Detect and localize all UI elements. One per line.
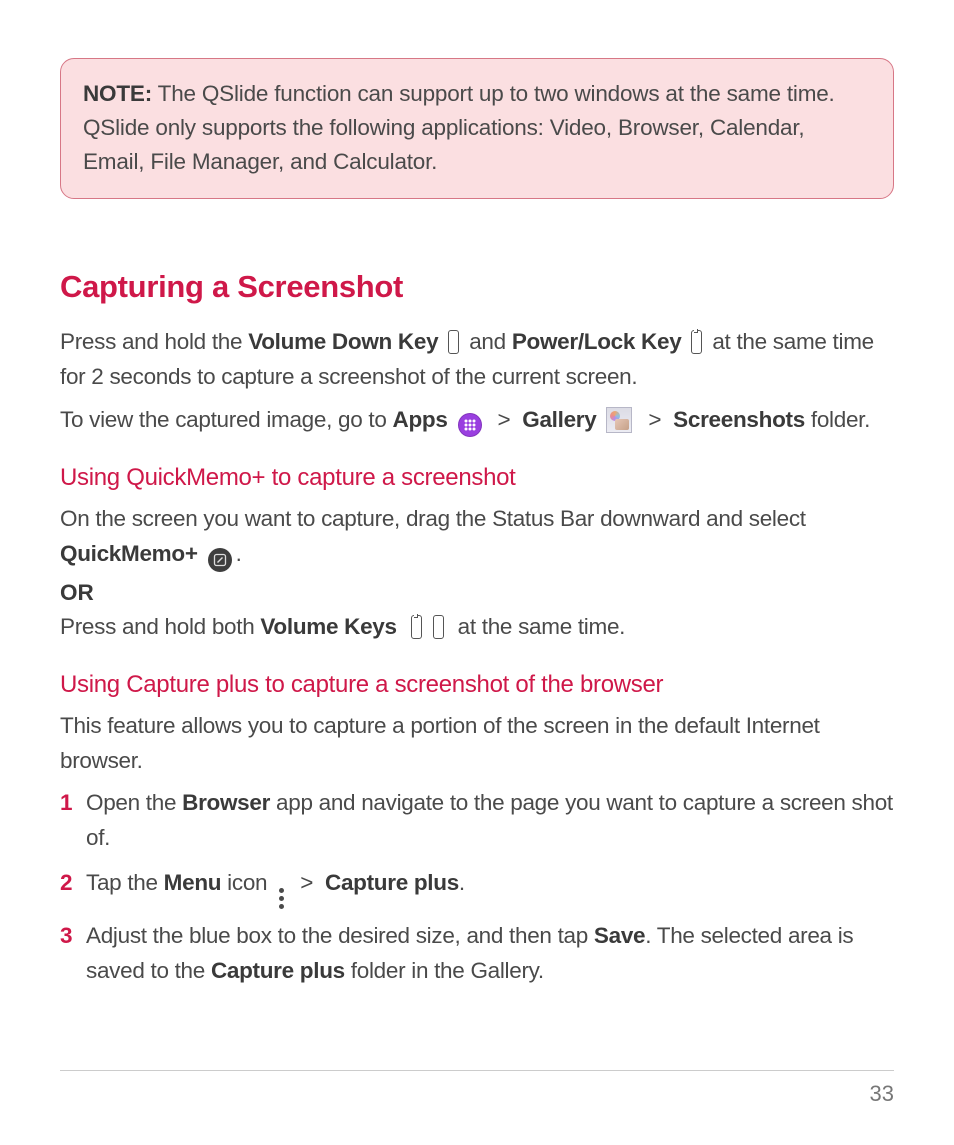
section-heading: Capturing a Screenshot xyxy=(60,269,894,305)
paragraph-capture-plus-intro: This feature allows you to capture a por… xyxy=(60,709,894,779)
step-number: 1 xyxy=(60,786,86,821)
quickmemo-icon xyxy=(208,548,232,572)
quickmemo-label: QuickMemo+ xyxy=(60,541,198,566)
screenshots-label: Screenshots xyxy=(673,407,805,432)
page-number: 33 xyxy=(870,1081,894,1106)
capture-plus-label: Capture plus xyxy=(325,870,459,895)
step-1: 1 Open the Browser app and navigate to t… xyxy=(60,786,894,856)
gallery-label: Gallery xyxy=(522,407,596,432)
subheading-capture-plus: Using Capture plus to capture a screensh… xyxy=(60,671,894,699)
volume-down-key-label: Volume Down Key xyxy=(248,329,438,354)
paragraph-quickmemo: On the screen you want to capture, drag … xyxy=(60,502,894,572)
capture-plus-folder-label: Capture plus xyxy=(211,958,345,983)
browser-label: Browser xyxy=(182,790,270,815)
save-label: Save xyxy=(594,923,645,948)
power-lock-key-icon xyxy=(691,330,702,354)
menu-kebab-icon xyxy=(279,888,284,909)
volume-keys-icon xyxy=(407,615,448,639)
page-footer: 33 xyxy=(60,1070,894,1107)
step-3: 3 Adjust the blue box to the desired siz… xyxy=(60,919,894,989)
note-text: The QSlide function can support up to tw… xyxy=(83,81,835,174)
step-2: 2 Tap the Menu icon > Capture plus. xyxy=(60,866,894,909)
or-label: OR xyxy=(60,580,894,606)
steps-list: 1 Open the Browser app and navigate to t… xyxy=(60,786,894,989)
paragraph-view-captured: To view the captured image, go to Apps >… xyxy=(60,403,894,438)
note-box: NOTE: The QSlide function can support up… xyxy=(60,58,894,199)
apps-icon xyxy=(458,413,482,437)
step-number: 2 xyxy=(60,866,86,901)
volume-down-key-icon xyxy=(448,330,459,354)
menu-label: Menu xyxy=(164,870,222,895)
subheading-quickmemo: Using QuickMemo+ to capture a screenshot xyxy=(60,464,894,492)
step-number: 3 xyxy=(60,919,86,954)
volume-keys-label: Volume Keys xyxy=(260,614,396,639)
paragraph-press-hold: Press and hold the Volume Down Key and P… xyxy=(60,325,894,395)
apps-label: Apps xyxy=(393,407,448,432)
note-label: NOTE: xyxy=(83,81,152,106)
power-lock-key-label: Power/Lock Key xyxy=(512,329,682,354)
paragraph-volume-keys: Press and hold both Volume Keys at the s… xyxy=(60,610,894,645)
gallery-icon xyxy=(606,407,632,433)
